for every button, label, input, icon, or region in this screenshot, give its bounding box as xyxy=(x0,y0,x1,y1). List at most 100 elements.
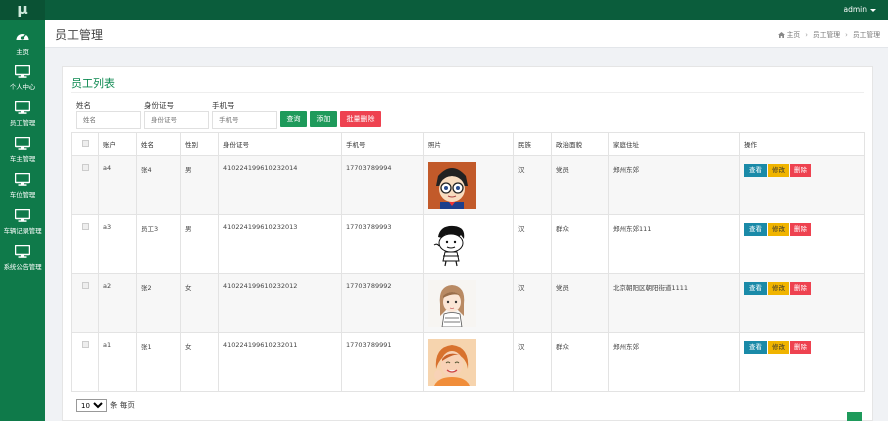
header-ethnic: 民族 xyxy=(513,132,552,156)
cell-phone: 17703789991 xyxy=(341,332,424,392)
header-political: 政治面貌 xyxy=(551,132,609,156)
edit-button[interactable]: 修改 xyxy=(768,223,789,236)
panel-divider xyxy=(71,92,864,93)
row-select-cell xyxy=(71,332,99,392)
cartoon-girl-sketch-avatar[interactable] xyxy=(428,280,476,328)
breadcrumb-section[interactable]: 员工管理 xyxy=(813,31,840,39)
cell-idcard: 410224199610232012 xyxy=(218,273,342,333)
idcard-input[interactable] xyxy=(144,111,209,129)
sidebar-item-label: 车辆记录管理 xyxy=(3,227,42,235)
sidebar-item-label: 车主管理 xyxy=(9,155,36,163)
cell-gender: 女 xyxy=(180,332,219,392)
cell-actions: 查看 修改 删除 xyxy=(739,155,865,215)
page-size-select[interactable]: 10 xyxy=(76,399,107,412)
sidebar-item-profile[interactable]: 个人中心 xyxy=(0,60,45,96)
cell-idcard: 410224199610232014 xyxy=(218,155,342,215)
view-button[interactable]: 查看 xyxy=(744,164,767,177)
view-button[interactable]: 查看 xyxy=(744,223,767,236)
edit-button[interactable]: 修改 xyxy=(768,282,789,295)
cartoon-detective-avatar[interactable] xyxy=(428,162,476,209)
woman-photo-avatar[interactable] xyxy=(428,339,476,386)
sidebar-item-employees[interactable]: 员工管理 xyxy=(0,96,45,132)
monitor-icon xyxy=(15,65,30,78)
sidebar-item-owners[interactable]: 车主管理 xyxy=(0,132,45,168)
per-page-label: 条 每页 xyxy=(110,400,135,410)
cell-phone: 17703789993 xyxy=(341,214,424,274)
cell-ethnic: 汉 xyxy=(513,273,552,333)
sidebar-item-label: 系统公告管理 xyxy=(3,263,42,271)
row-checkbox[interactable] xyxy=(81,282,89,289)
breadcrumb: 主页 › 员工管理 › 员工管理 xyxy=(777,29,880,39)
batch-delete-button[interactable]: 批量删除 xyxy=(340,111,381,127)
sidebar: 主页 个人中心 员工管理 车主管理 车位管理 车辆记录管理 系统公告管理 xyxy=(0,20,45,421)
breadcrumb-home[interactable]: 主页 xyxy=(787,31,801,39)
dashboard-icon xyxy=(16,34,29,40)
cell-address: 郑州东郊 xyxy=(608,155,740,215)
cell-name: 张1 xyxy=(136,332,181,392)
cell-photo xyxy=(423,214,514,274)
view-button[interactable]: 查看 xyxy=(744,341,767,354)
breadcrumb-current: 员工管理 xyxy=(852,31,880,39)
cell-actions: 查看 修改 删除 xyxy=(739,332,865,392)
phone-input[interactable] xyxy=(212,111,277,129)
header-name: 姓名 xyxy=(136,132,181,156)
edit-button[interactable]: 修改 xyxy=(768,341,789,354)
edit-button[interactable]: 修改 xyxy=(768,164,789,177)
monitor-icon xyxy=(15,101,30,114)
search-button[interactable]: 查询 xyxy=(280,111,307,127)
monitor-icon xyxy=(15,173,30,186)
cell-address: 郑州东郊111 xyxy=(608,214,740,274)
top-bar: μ admin xyxy=(0,0,888,20)
table-header-row: 账户 姓名 性别 身份证号 手机号 照片 民族 政治面貌 家庭住址 操作 xyxy=(71,132,865,156)
sidebar-item-parking[interactable]: 车位管理 xyxy=(0,168,45,204)
table-row: a1 张1 女 410224199610232011 17703789991 汉… xyxy=(71,332,865,392)
delete-button[interactable]: 删除 xyxy=(790,223,811,236)
cell-actions: 查看 修改 删除 xyxy=(739,273,865,333)
cell-gender: 男 xyxy=(180,214,219,274)
cell-political: 群众 xyxy=(551,214,609,274)
sidebar-item-label: 员工管理 xyxy=(9,119,36,127)
cartoon-boy-sketch-avatar[interactable] xyxy=(428,221,476,268)
sidebar-item-label: 个人中心 xyxy=(9,83,36,91)
select-all-checkbox[interactable] xyxy=(81,139,89,147)
idcard-filter-label: 身份证号 xyxy=(144,101,174,110)
row-checkbox[interactable] xyxy=(81,341,89,348)
row-select-cell xyxy=(71,155,99,215)
cell-account: a4 xyxy=(98,155,137,215)
name-input[interactable] xyxy=(76,111,141,129)
cell-ethnic: 汉 xyxy=(513,214,552,274)
delete-button[interactable]: 删除 xyxy=(790,341,811,354)
cell-account: a3 xyxy=(98,214,137,274)
header-photo: 照片 xyxy=(423,132,514,156)
cell-name: 张2 xyxy=(136,273,181,333)
user-menu[interactable]: admin xyxy=(843,0,876,20)
add-button[interactable]: 添加 xyxy=(310,111,337,127)
cell-name: 张4 xyxy=(136,155,181,215)
app-logo[interactable]: μ xyxy=(0,0,45,20)
sidebar-item-label: 车位管理 xyxy=(9,191,36,199)
sidebar-item-label: 主页 xyxy=(16,48,29,56)
row-checkbox[interactable] xyxy=(81,164,89,171)
row-select-cell xyxy=(71,273,99,333)
sidebar-item-vehicle-records[interactable]: 车辆记录管理 xyxy=(0,204,45,240)
row-checkbox[interactable] xyxy=(81,223,89,230)
header-actions: 操作 xyxy=(739,132,865,156)
sidebar-item-home[interactable]: 主页 xyxy=(0,25,45,61)
cell-photo xyxy=(423,273,514,333)
cell-ethnic: 汉 xyxy=(513,155,552,215)
view-button[interactable]: 查看 xyxy=(744,282,767,295)
monitor-icon xyxy=(15,209,30,222)
delete-button[interactable]: 删除 xyxy=(790,164,811,177)
caret-down-icon xyxy=(870,8,876,12)
cell-phone: 17703789994 xyxy=(341,155,424,215)
user-name: admin xyxy=(843,5,868,14)
breadcrumb-separator: › xyxy=(805,31,808,39)
monitor-icon xyxy=(15,137,30,150)
cell-account: a1 xyxy=(98,332,137,392)
sidebar-item-announcements[interactable]: 系统公告管理 xyxy=(0,240,45,276)
scroll-to-top-button[interactable] xyxy=(847,412,862,421)
cell-name: 员工3 xyxy=(136,214,181,274)
cell-political: 群众 xyxy=(551,332,609,392)
breadcrumb-separator: › xyxy=(845,31,848,39)
delete-button[interactable]: 删除 xyxy=(790,282,811,295)
